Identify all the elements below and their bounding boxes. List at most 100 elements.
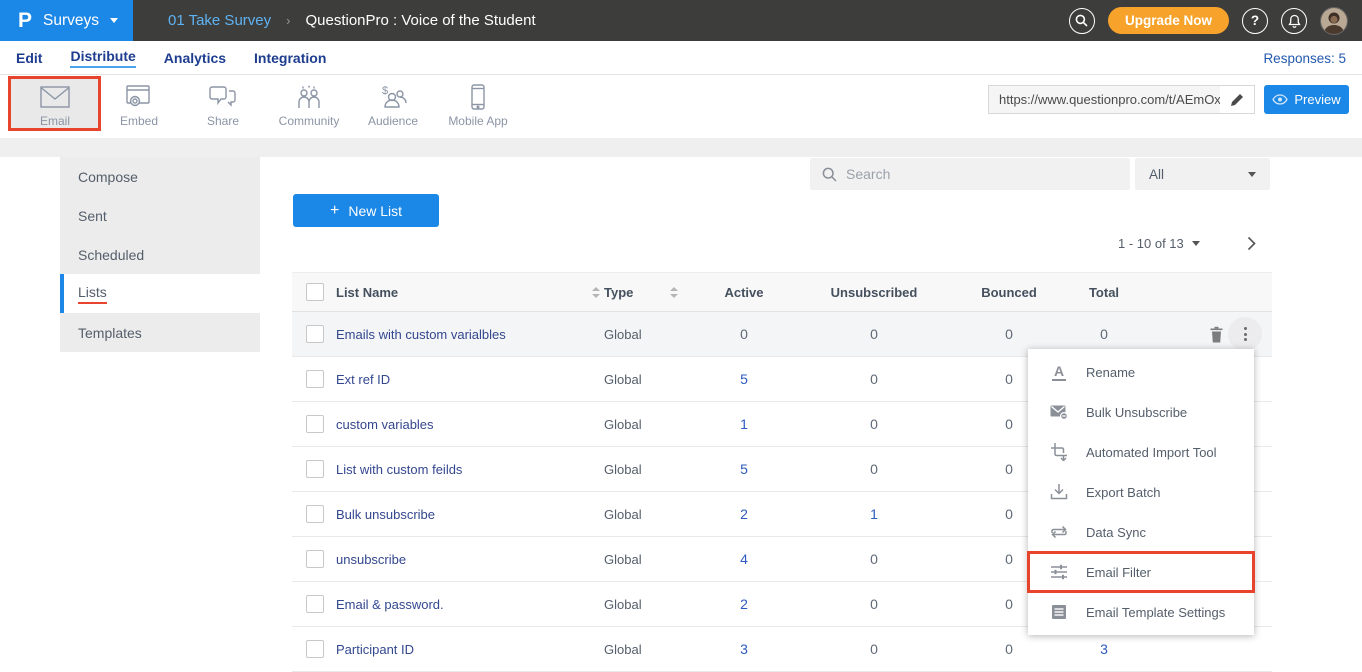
sidebar-item-compose[interactable]: Compose (60, 157, 260, 196)
active-count[interactable]: 3 (694, 641, 794, 657)
list-name-link[interactable]: custom variables (336, 417, 588, 432)
survey-url-input[interactable] (989, 86, 1220, 113)
menu-item-data-sync[interactable]: Data Sync (1028, 512, 1254, 552)
toolbar-item-share[interactable]: Share (181, 82, 265, 128)
row-checkbox[interactable] (306, 640, 324, 658)
row-checkbox[interactable] (306, 460, 324, 478)
delete-list-button[interactable] (1209, 326, 1224, 343)
list-search-input[interactable] (846, 166, 1130, 182)
share-icon (209, 85, 237, 109)
unsubscribed-count[interactable]: 0 (794, 461, 954, 477)
row-checkbox[interactable] (306, 325, 324, 343)
email-sidebar: Compose Sent Scheduled Lists Templates (60, 157, 260, 352)
bounced-count[interactable]: 0 (954, 641, 1064, 657)
bulk-unsubscribe-icon (1050, 404, 1068, 420)
list-name-link[interactable]: Emails with custom varialbles (336, 327, 588, 342)
menu-item-export-batch[interactable]: Export Batch (1028, 472, 1254, 512)
active-count[interactable]: 4 (694, 551, 794, 567)
next-page-button[interactable] (1247, 236, 1256, 251)
avatar-image (1321, 8, 1347, 34)
col-header-unsubscribed: Unsubscribed (794, 285, 954, 300)
search-icon (1075, 14, 1088, 27)
unsubscribed-count[interactable]: 0 (794, 551, 954, 567)
list-name-link[interactable]: List with custom feilds (336, 462, 588, 477)
unsubscribed-count[interactable]: 0 (794, 371, 954, 387)
upgrade-button[interactable]: Upgrade Now (1108, 7, 1229, 34)
list-name-link[interactable]: Ext ref ID (336, 372, 588, 387)
unsubscribed-count[interactable]: 0 (794, 641, 954, 657)
tab-integration[interactable]: Integration (254, 50, 326, 66)
search-button[interactable] (1069, 8, 1095, 34)
nav-links: Edit Distribute Analytics Integration (16, 41, 326, 75)
row-checkbox[interactable] (306, 595, 324, 613)
active-count[interactable]: 5 (694, 461, 794, 477)
unsubscribed-count[interactable]: 0 (794, 416, 954, 432)
tab-edit[interactable]: Edit (16, 50, 42, 66)
row-checkbox[interactable] (306, 550, 324, 568)
community-icon (295, 84, 323, 110)
menu-item-rename[interactable]: A Rename (1028, 352, 1254, 392)
col-header-list-name[interactable]: List Name (336, 285, 588, 300)
help-button[interactable]: ? (1242, 8, 1268, 34)
total-count[interactable]: 3 (1064, 641, 1144, 657)
active-count[interactable]: 2 (694, 506, 794, 522)
preview-button[interactable]: Preview (1264, 85, 1349, 114)
unsubscribed-count[interactable]: 0 (794, 596, 954, 612)
pagination-range-dropdown[interactable]: 1 - 10 of 13 (1118, 236, 1200, 251)
breadcrumb-survey-link[interactable]: 01 Take Survey (168, 12, 271, 29)
responses-count[interactable]: Responses: 5 (1263, 41, 1346, 75)
toolbar-item-embed[interactable]: Embed (97, 82, 181, 128)
unsubscribed-count[interactable]: 1 (794, 506, 954, 522)
edit-url-button[interactable] (1220, 86, 1254, 113)
topbar-actions: Upgrade Now ? (1069, 0, 1348, 41)
sidebar-item-templates[interactable]: Templates (60, 313, 260, 352)
list-name-link[interactable]: Participant ID (336, 642, 588, 657)
tab-distribute[interactable]: Distribute (70, 48, 135, 68)
menu-item-automated-import-tool[interactable]: Automated Import Tool (1028, 432, 1254, 472)
breadcrumb: 01 Take Survey › QuestionPro : Voice of … (168, 0, 536, 41)
bounced-count[interactable]: 0 (954, 326, 1064, 342)
row-checkbox[interactable] (306, 505, 324, 523)
row-checkbox[interactable] (306, 415, 324, 433)
select-all-checkbox[interactable] (306, 283, 324, 301)
list-filter-dropdown[interactable]: All (1135, 158, 1270, 190)
unsubscribed-count[interactable]: 0 (794, 326, 954, 342)
active-count[interactable]: 2 (694, 596, 794, 612)
row-menu-button[interactable] (1228, 317, 1262, 351)
survey-url-box (988, 85, 1255, 114)
toolbar-item-community[interactable]: Community (267, 82, 351, 128)
email-filter-icon (1050, 564, 1068, 580)
col-header-type[interactable]: Type (604, 285, 654, 300)
row-context-menu: A Rename Bulk Unsubscribe Automated Impo… (1028, 349, 1254, 635)
pagination: 1 - 10 of 13 (1118, 233, 1256, 253)
total-count[interactable]: 0 (1064, 326, 1144, 342)
app-logo[interactable]: P Surveys (0, 0, 133, 41)
col-header-active: Active (694, 285, 794, 300)
toolbar-item-audience[interactable]: $ Audience (351, 82, 435, 128)
sort-icon[interactable] (654, 287, 694, 298)
row-checkbox[interactable] (306, 370, 324, 388)
distribute-toolbar: Email Embed Share Community $ Audience M… (0, 75, 1362, 138)
sidebar-item-lists[interactable]: Lists (60, 274, 260, 313)
notifications-button[interactable] (1281, 8, 1307, 34)
menu-item-email-template-settings[interactable]: Email Template Settings (1028, 592, 1254, 632)
automated-import-icon (1050, 443, 1068, 461)
sidebar-item-sent[interactable]: Sent (60, 196, 260, 235)
list-name-link[interactable]: Bulk unsubscribe (336, 507, 588, 522)
avatar[interactable] (1320, 7, 1348, 35)
sort-icon[interactable] (588, 287, 604, 298)
active-count[interactable]: 5 (694, 371, 794, 387)
list-name-link[interactable]: unsubscribe (336, 552, 588, 567)
mobile-app-icon (471, 84, 485, 110)
new-list-button[interactable]: + New List (293, 194, 439, 227)
toolbar-item-mobile-app[interactable]: Mobile App (436, 82, 520, 128)
active-count[interactable]: 0 (694, 326, 794, 342)
menu-item-email-filter[interactable]: Email Filter (1028, 552, 1254, 592)
menu-item-bulk-unsubscribe[interactable]: Bulk Unsubscribe (1028, 392, 1254, 432)
active-count[interactable]: 1 (694, 416, 794, 432)
list-name-link[interactable]: Email & password. (336, 597, 588, 612)
toolbar-item-email[interactable]: Email (13, 82, 97, 128)
col-header-total: Total (1064, 285, 1144, 300)
sidebar-item-scheduled[interactable]: Scheduled (60, 235, 260, 274)
tab-analytics[interactable]: Analytics (164, 50, 226, 66)
